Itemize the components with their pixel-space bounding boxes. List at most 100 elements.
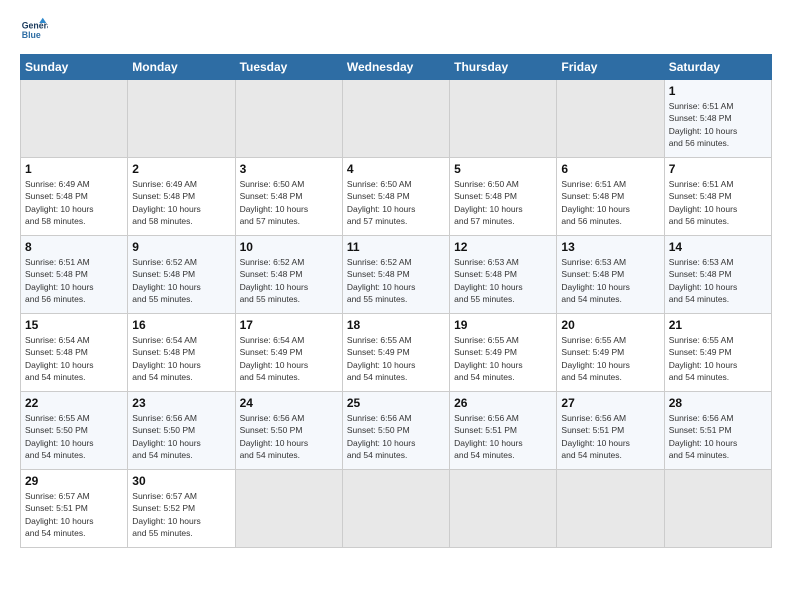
day-cell: 1Sunrise: 6:49 AM Sunset: 5:48 PM Daylig… — [21, 158, 128, 236]
day-cell — [235, 80, 342, 158]
day-number: 8 — [25, 240, 123, 254]
day-number: 26 — [454, 396, 552, 410]
day-cell: 29Sunrise: 6:57 AM Sunset: 5:51 PM Dayli… — [21, 470, 128, 548]
day-number: 27 — [561, 396, 659, 410]
day-number: 21 — [669, 318, 767, 332]
day-number: 10 — [240, 240, 338, 254]
day-cell — [450, 470, 557, 548]
col-header-wednesday: Wednesday — [342, 55, 449, 80]
day-number: 3 — [240, 162, 338, 176]
day-cell: 10 Sunrise: 6:52 AM Sunset: 5:48 PM Dayli… — [235, 236, 342, 314]
day-info: Sunrise: 6:53 AM Sunset: 5:48 PM Dayligh… — [561, 256, 659, 305]
day-info: Sunrise: 6:50 AM Sunset: 5:48 PM Dayligh… — [240, 178, 338, 227]
day-cell — [21, 80, 128, 158]
day-info: Sunrise: 6:55 AM Sunset: 5:49 PM Dayligh… — [347, 334, 445, 383]
day-cell: 5 Sunrise: 6:50 AM Sunset: 5:48 PM Daylig… — [450, 158, 557, 236]
week-row-3: 8Sunrise: 6:51 AM Sunset: 5:48 PM Daylig… — [21, 236, 772, 314]
day-number: 30 — [132, 474, 230, 488]
day-cell: 14Sunrise: 6:53 AM Sunset: 5:48 PM Dayli… — [664, 236, 771, 314]
day-number: 1 — [25, 162, 123, 176]
day-cell — [342, 80, 449, 158]
day-info: Sunrise: 6:57 AM Sunset: 5:52 PM Dayligh… — [132, 490, 230, 539]
day-info: Sunrise: 6:55 AM Sunset: 5:50 PM Dayligh… — [25, 412, 123, 461]
svg-text:Blue: Blue — [22, 30, 41, 40]
day-number: 6 — [561, 162, 659, 176]
day-cell: 6 Sunrise: 6:51 AM Sunset: 5:48 PM Daylig… — [557, 158, 664, 236]
day-info: Sunrise: 6:54 AM Sunset: 5:48 PM Dayligh… — [132, 334, 230, 383]
day-info: Sunrise: 6:55 AM Sunset: 5:49 PM Dayligh… — [561, 334, 659, 383]
day-cell: 25Sunrise: 6:56 AM Sunset: 5:50 PM Dayli… — [342, 392, 449, 470]
header: General Blue — [20, 16, 772, 44]
day-number: 20 — [561, 318, 659, 332]
day-cell: 11Sunrise: 6:52 AM Sunset: 5:48 PM Dayli… — [342, 236, 449, 314]
day-cell: 7 Sunrise: 6:51 AM Sunset: 5:48 PM Daylig… — [664, 158, 771, 236]
col-header-tuesday: Tuesday — [235, 55, 342, 80]
day-number: 4 — [347, 162, 445, 176]
day-number: 22 — [25, 396, 123, 410]
day-cell: 28 Sunrise: 6:56 AM Sunset: 5:51 PM Dayli… — [664, 392, 771, 470]
day-number: 23 — [132, 396, 230, 410]
logo: General Blue — [20, 16, 48, 44]
day-info: Sunrise: 6:51 AM Sunset: 5:48 PM Dayligh… — [669, 100, 767, 149]
day-number: 29 — [25, 474, 123, 488]
week-row-6: 29Sunrise: 6:57 AM Sunset: 5:51 PM Dayli… — [21, 470, 772, 548]
day-info: Sunrise: 6:53 AM Sunset: 5:48 PM Dayligh… — [454, 256, 552, 305]
day-number: 25 — [347, 396, 445, 410]
day-cell — [664, 470, 771, 548]
day-cell: 24Sunrise: 6:56 AM Sunset: 5:50 PM Dayli… — [235, 392, 342, 470]
day-info: Sunrise: 6:56 AM Sunset: 5:51 PM Dayligh… — [561, 412, 659, 461]
day-info: Sunrise: 6:53 AM Sunset: 5:48 PM Dayligh… — [669, 256, 767, 305]
day-cell — [342, 470, 449, 548]
day-cell: 1Sunrise: 6:51 AM Sunset: 5:48 PM Daylig… — [664, 80, 771, 158]
day-number: 16 — [132, 318, 230, 332]
day-cell: 17Sunrise: 6:54 AM Sunset: 5:49 PM Dayli… — [235, 314, 342, 392]
day-number: 28 — [669, 396, 767, 410]
day-number: 13 — [561, 240, 659, 254]
day-cell: 27 Sunrise: 6:56 AM Sunset: 5:51 PM Dayli… — [557, 392, 664, 470]
day-info: Sunrise: 6:51 AM Sunset: 5:48 PM Dayligh… — [669, 178, 767, 227]
col-header-thursday: Thursday — [450, 55, 557, 80]
day-number: 7 — [669, 162, 767, 176]
day-info: Sunrise: 6:52 AM Sunset: 5:48 PM Dayligh… — [132, 256, 230, 305]
col-header-saturday: Saturday — [664, 55, 771, 80]
day-number: 9 — [132, 240, 230, 254]
day-number: 18 — [347, 318, 445, 332]
col-header-sunday: Sunday — [21, 55, 128, 80]
day-info: Sunrise: 6:56 AM Sunset: 5:50 PM Dayligh… — [132, 412, 230, 461]
day-info: Sunrise: 6:50 AM Sunset: 5:48 PM Dayligh… — [347, 178, 445, 227]
week-row-5: 22 Sunrise: 6:55 AM Sunset: 5:50 PM Dayli… — [21, 392, 772, 470]
day-number: 11 — [347, 240, 445, 254]
day-cell — [557, 470, 664, 548]
day-info: Sunrise: 6:50 AM Sunset: 5:48 PM Dayligh… — [454, 178, 552, 227]
day-info: Sunrise: 6:56 AM Sunset: 5:51 PM Dayligh… — [454, 412, 552, 461]
day-cell — [557, 80, 664, 158]
day-cell — [235, 470, 342, 548]
day-info: Sunrise: 6:51 AM Sunset: 5:48 PM Dayligh… — [561, 178, 659, 227]
day-cell: 21 Sunrise: 6:55 AM Sunset: 5:49 PM Dayli… — [664, 314, 771, 392]
day-cell: 15Sunrise: 6:54 AM Sunset: 5:48 PM Dayli… — [21, 314, 128, 392]
day-cell: 18 Sunrise: 6:55 AM Sunset: 5:49 PM Dayli… — [342, 314, 449, 392]
day-info: Sunrise: 6:49 AM Sunset: 5:48 PM Dayligh… — [132, 178, 230, 227]
day-number: 15 — [25, 318, 123, 332]
day-cell: 13 Sunrise: 6:53 AM Sunset: 5:48 PM Dayli… — [557, 236, 664, 314]
logo-icon: General Blue — [20, 16, 48, 44]
col-header-monday: Monday — [128, 55, 235, 80]
week-row-1: 1Sunrise: 6:51 AM Sunset: 5:48 PM Daylig… — [21, 80, 772, 158]
day-number: 19 — [454, 318, 552, 332]
day-cell: 8Sunrise: 6:51 AM Sunset: 5:48 PM Daylig… — [21, 236, 128, 314]
calendar-table: SundayMondayTuesdayWednesdayThursdayFrid… — [20, 54, 772, 548]
day-number: 5 — [454, 162, 552, 176]
day-info: Sunrise: 6:55 AM Sunset: 5:49 PM Dayligh… — [669, 334, 767, 383]
day-info: Sunrise: 6:56 AM Sunset: 5:50 PM Dayligh… — [240, 412, 338, 461]
day-cell: 9 Sunrise: 6:52 AM Sunset: 5:48 PM Daylig… — [128, 236, 235, 314]
header-row: SundayMondayTuesdayWednesdayThursdayFrid… — [21, 55, 772, 80]
day-number: 12 — [454, 240, 552, 254]
col-header-friday: Friday — [557, 55, 664, 80]
week-row-2: 1 Sunrise: 6:49 AM Sunset: 5:48 PM Daylig… — [21, 158, 772, 236]
day-cell: 20 Sunrise: 6:55 AM Sunset: 5:49 PM Dayli… — [557, 314, 664, 392]
day-cell: 12 Sunrise: 6:53 AM Sunset: 5:48 PM Dayli… — [450, 236, 557, 314]
day-info: Sunrise: 6:52 AM Sunset: 5:48 PM Dayligh… — [240, 256, 338, 305]
day-info: Sunrise: 6:56 AM Sunset: 5:51 PM Dayligh… — [669, 412, 767, 461]
day-cell — [128, 80, 235, 158]
day-cell: 30 Sunrise: 6:57 AM Sunset: 5:52 PM Dayli… — [128, 470, 235, 548]
